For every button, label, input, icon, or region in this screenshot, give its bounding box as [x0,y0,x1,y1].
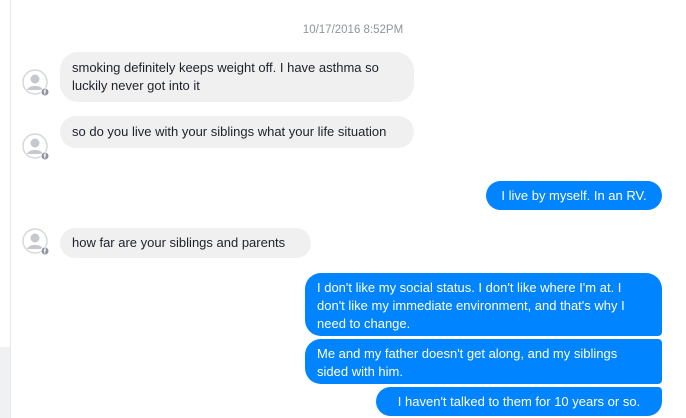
message-timestamp: 10/17/2016 8:52PM [302,24,404,36]
sender-avatar[interactable] [22,228,50,256]
default-profile-avatar-icon [22,133,50,161]
message-bubble-outgoing[interactable]: I live by myself. In an RV. [486,181,662,210]
message-bubble-outgoing[interactable]: Me and my father doesn't get along, and … [305,339,662,384]
sender-avatar[interactable] [22,133,50,161]
message-bubble-incoming[interactable]: so do you live with your siblings what y… [60,116,414,148]
message-bubble-outgoing[interactable]: I haven't talked to them for 10 years or… [376,387,662,416]
left-panel-edge-shade [0,347,10,418]
message-bubble-incoming[interactable]: how far are your siblings and parents [60,228,311,258]
default-profile-avatar-icon [22,228,50,256]
default-profile-avatar-icon [22,69,50,97]
message-bubble-outgoing[interactable]: I don't like my social status. I don't l… [305,273,662,336]
sender-avatar[interactable] [22,69,50,97]
message-bubble-incoming[interactable]: smoking definitely keeps weight off. I h… [60,52,414,102]
